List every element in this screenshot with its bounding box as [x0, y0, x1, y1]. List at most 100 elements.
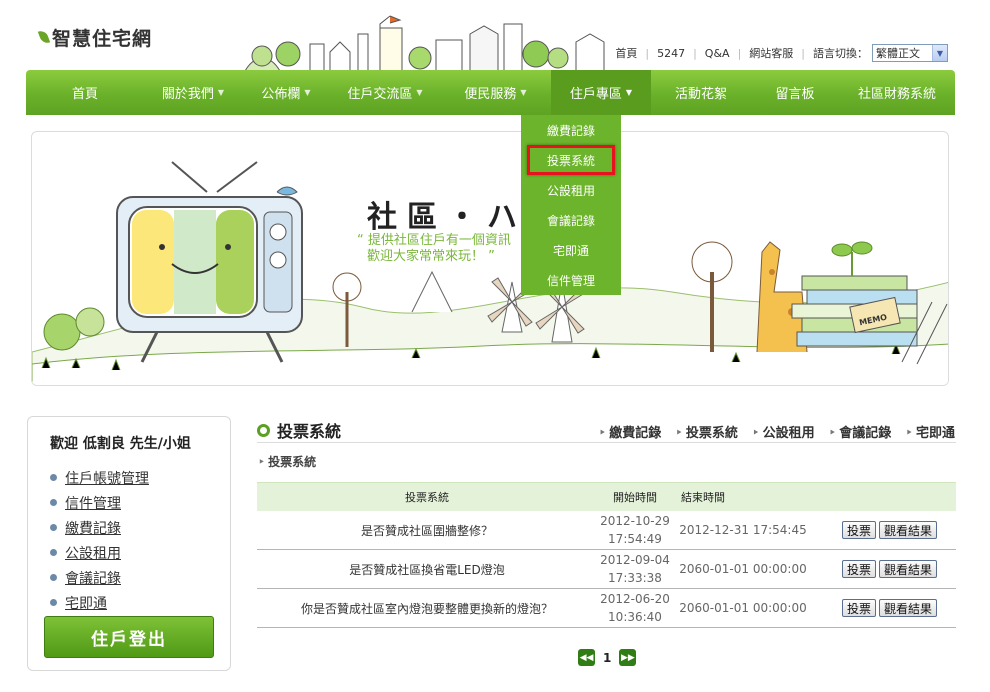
vote-button[interactable]: 投票	[841, 599, 876, 617]
list-item: 宅即通	[50, 590, 149, 615]
resident-zone-dropdown: 繳費記錄 投票系統 公設租用 會議記錄 宅即通 信件管理	[521, 115, 621, 295]
dropdown-item-mail[interactable]: 信件管理	[521, 265, 621, 295]
subnav-meeting[interactable]: 會議記錄	[829, 422, 891, 441]
caret-down-icon: ▼	[217, 88, 225, 97]
bullet-icon	[50, 524, 57, 531]
logout-button[interactable]: 住戶登出	[44, 616, 214, 658]
subnav-payment[interactable]: 繳費記錄	[599, 422, 661, 441]
separator: |	[645, 46, 650, 60]
language-select[interactable]: 繁體正文 ▼	[872, 44, 948, 62]
breadcrumb: 投票系統	[258, 453, 316, 470]
nav-item-forum[interactable]: 住戶交流區 ▼	[330, 70, 440, 115]
table-row: 是否贊成社區換省電LED燈泡 2012-09-04 17:33:38 2060-0…	[257, 550, 956, 589]
list-item: 公設租用	[50, 540, 149, 565]
banner-title: 社區・ハ	[367, 200, 527, 235]
nav-item-home[interactable]: 首頁	[26, 70, 144, 115]
link-meeting[interactable]: 會議記錄	[65, 568, 121, 588]
toplink-support[interactable]: 網站客服	[749, 45, 793, 61]
toplink-home[interactable]: 首頁	[615, 45, 637, 61]
nav-item-guestbook[interactable]: 留言板	[751, 70, 839, 115]
nav-item-finance[interactable]: 社區財務系統	[839, 70, 955, 115]
language-select-value: 繁體正文	[876, 47, 920, 60]
view-results-button[interactable]: 觀看結果	[879, 521, 938, 539]
toplink-5247[interactable]: 5247	[657, 47, 685, 60]
column-header-start: 開始時間	[613, 491, 657, 504]
dropdown-item-facility-rental[interactable]: 公設租用	[521, 175, 621, 205]
start-date: 2012-10-29	[600, 514, 670, 528]
nav-item-bulletin[interactable]: 公佈欄 ▼	[242, 70, 330, 115]
link-account[interactable]: 住戶帳號管理	[65, 468, 149, 488]
link-mail[interactable]: 信件管理	[65, 493, 121, 513]
nav-label: 住戶交流區	[347, 87, 413, 102]
vote-start: 2012-10-29 17:54:49	[597, 512, 673, 548]
site-logo[interactable]: 智慧住宅網	[37, 22, 153, 52]
subnav-voting[interactable]: 投票系統	[675, 422, 738, 441]
dropdown-item-delivery[interactable]: 宅即通	[521, 235, 621, 265]
dropdown-item-payment[interactable]: 繳費記錄	[521, 115, 621, 145]
double-left-arrow-icon[interactable]: ◀◀	[578, 649, 595, 666]
list-item: 繳費記錄	[50, 515, 149, 540]
column-header-end: 結束時間	[681, 491, 725, 504]
vote-question: 是否贊成社區圍牆整修？	[360, 523, 493, 538]
divider	[257, 442, 956, 443]
table-row: 是否贊成社區圍牆整修？ 2012-10-29 17:54:49 2012-12-3…	[257, 511, 956, 550]
start-time: 17:33:38	[608, 571, 662, 585]
main-nav: 首頁 關於我們 ▼ 公佈欄 ▼ 住戶交流區 ▼ 便民服務 ▼ 住戶專區 ▼ 活動花絮 留言…	[26, 70, 955, 115]
vote-question: 你是否贊成社區室內燈泡要整體更換新的燈泡？	[300, 601, 553, 616]
vote-end: 2060-01-01 00:00:00	[679, 562, 807, 576]
dropdown-item-meeting[interactable]: 會議記錄	[521, 205, 621, 235]
caret-down-icon: ▼	[520, 88, 527, 97]
link-facility-rental[interactable]: 公設租用	[65, 543, 121, 563]
start-date: 2012-09-04	[600, 553, 670, 567]
top-links-bar: 首頁 | 5247 | Q&A | 網站客服 | 語言切換： 繁體正文 ▼	[615, 44, 948, 62]
view-results-button[interactable]: 觀看結果	[879, 599, 938, 617]
table-header: 投票系統 開始時間 結束時間	[257, 482, 956, 511]
nav-item-about[interactable]: 關於我們 ▼	[144, 70, 242, 115]
start-time: 10:36:40	[608, 610, 662, 624]
view-results-button[interactable]: 觀看結果	[879, 560, 938, 578]
vote-end: 2012-12-31 17:54:45	[679, 523, 807, 537]
caret-down-icon: ▼	[304, 88, 311, 97]
chevron-down-icon[interactable]: ▼	[932, 45, 947, 61]
page-number[interactable]: 1	[603, 651, 611, 665]
nav-item-activities[interactable]: 活動花絮	[651, 70, 751, 115]
nav-item-resident-zone[interactable]: 住戶專區 ▼	[551, 70, 651, 115]
nav-label: 活動花絮	[674, 87, 727, 102]
list-item: 住戶帳號管理	[50, 465, 149, 490]
member-sidebar: 歡迎 低割良 先生/小姐 住戶帳號管理 信件管理 繳費記錄 公設租用 會議記錄 …	[27, 416, 231, 671]
vote-end: 2060-01-01 00:00:00	[679, 601, 807, 615]
link-payment[interactable]: 繳費記錄	[65, 518, 121, 538]
table-row: 你是否贊成社區室內燈泡要整體更換新的燈泡？ 2012-06-20 10:36:40…	[257, 589, 956, 628]
nav-item-services[interactable]: 便民服務 ▼	[440, 70, 551, 115]
row-actions: 投票 觀看結果	[813, 599, 956, 617]
double-right-arrow-icon[interactable]: ▶▶	[619, 649, 637, 666]
nav-label: 公佈欄	[261, 87, 301, 102]
logo-text: 智慧住宅網	[52, 27, 153, 50]
start-time: 17:54:49	[608, 532, 662, 546]
welcome-text: 歡迎 低割良 先生/小姐	[50, 436, 191, 452]
nav-label: 首頁	[71, 87, 98, 102]
list-item: 會議記錄	[50, 565, 149, 590]
dropdown-item-voting[interactable]: 投票系統	[527, 145, 615, 175]
nav-label: 便民服務	[464, 87, 517, 102]
banner-quote-line1: “ 提供社區住戶有一個資訊	[357, 232, 511, 248]
subnav-facility-rental[interactable]: 公設租用	[752, 422, 815, 441]
link-delivery[interactable]: 宅即通	[65, 593, 107, 613]
vote-button[interactable]: 投票	[841, 560, 876, 578]
bullet-icon	[50, 549, 57, 556]
toplink-qa[interactable]: Q&A	[705, 47, 730, 60]
banner-illustration: 社區・ハ “ 提供社區住戶有一個資訊 歡迎大家常常來玩！ ” MEMO	[32, 161, 948, 385]
city-sketch-illustration	[240, 15, 620, 72]
vote-button[interactable]: 投票	[841, 521, 876, 539]
row-actions: 投票 觀看結果	[813, 560, 956, 578]
vote-start: 2012-09-04 17:33:38	[597, 551, 673, 587]
bullet-icon	[50, 599, 57, 606]
leaf-icon	[37, 29, 51, 45]
bullet-icon	[50, 499, 57, 506]
start-date: 2012-06-20	[600, 592, 670, 606]
vote-table: 投票系統 開始時間 結束時間 是否贊成社區圍牆整修？ 2012-10-29 17:…	[257, 482, 956, 628]
bullet-icon	[50, 574, 57, 581]
sub-nav: 繳費記錄 投票系統 公設租用 會議記錄 宅即通	[585, 422, 955, 441]
subnav-delivery[interactable]: 宅即通	[905, 422, 955, 441]
banner-quote-line2: 歡迎大家常常來玩！ ”	[367, 248, 495, 264]
